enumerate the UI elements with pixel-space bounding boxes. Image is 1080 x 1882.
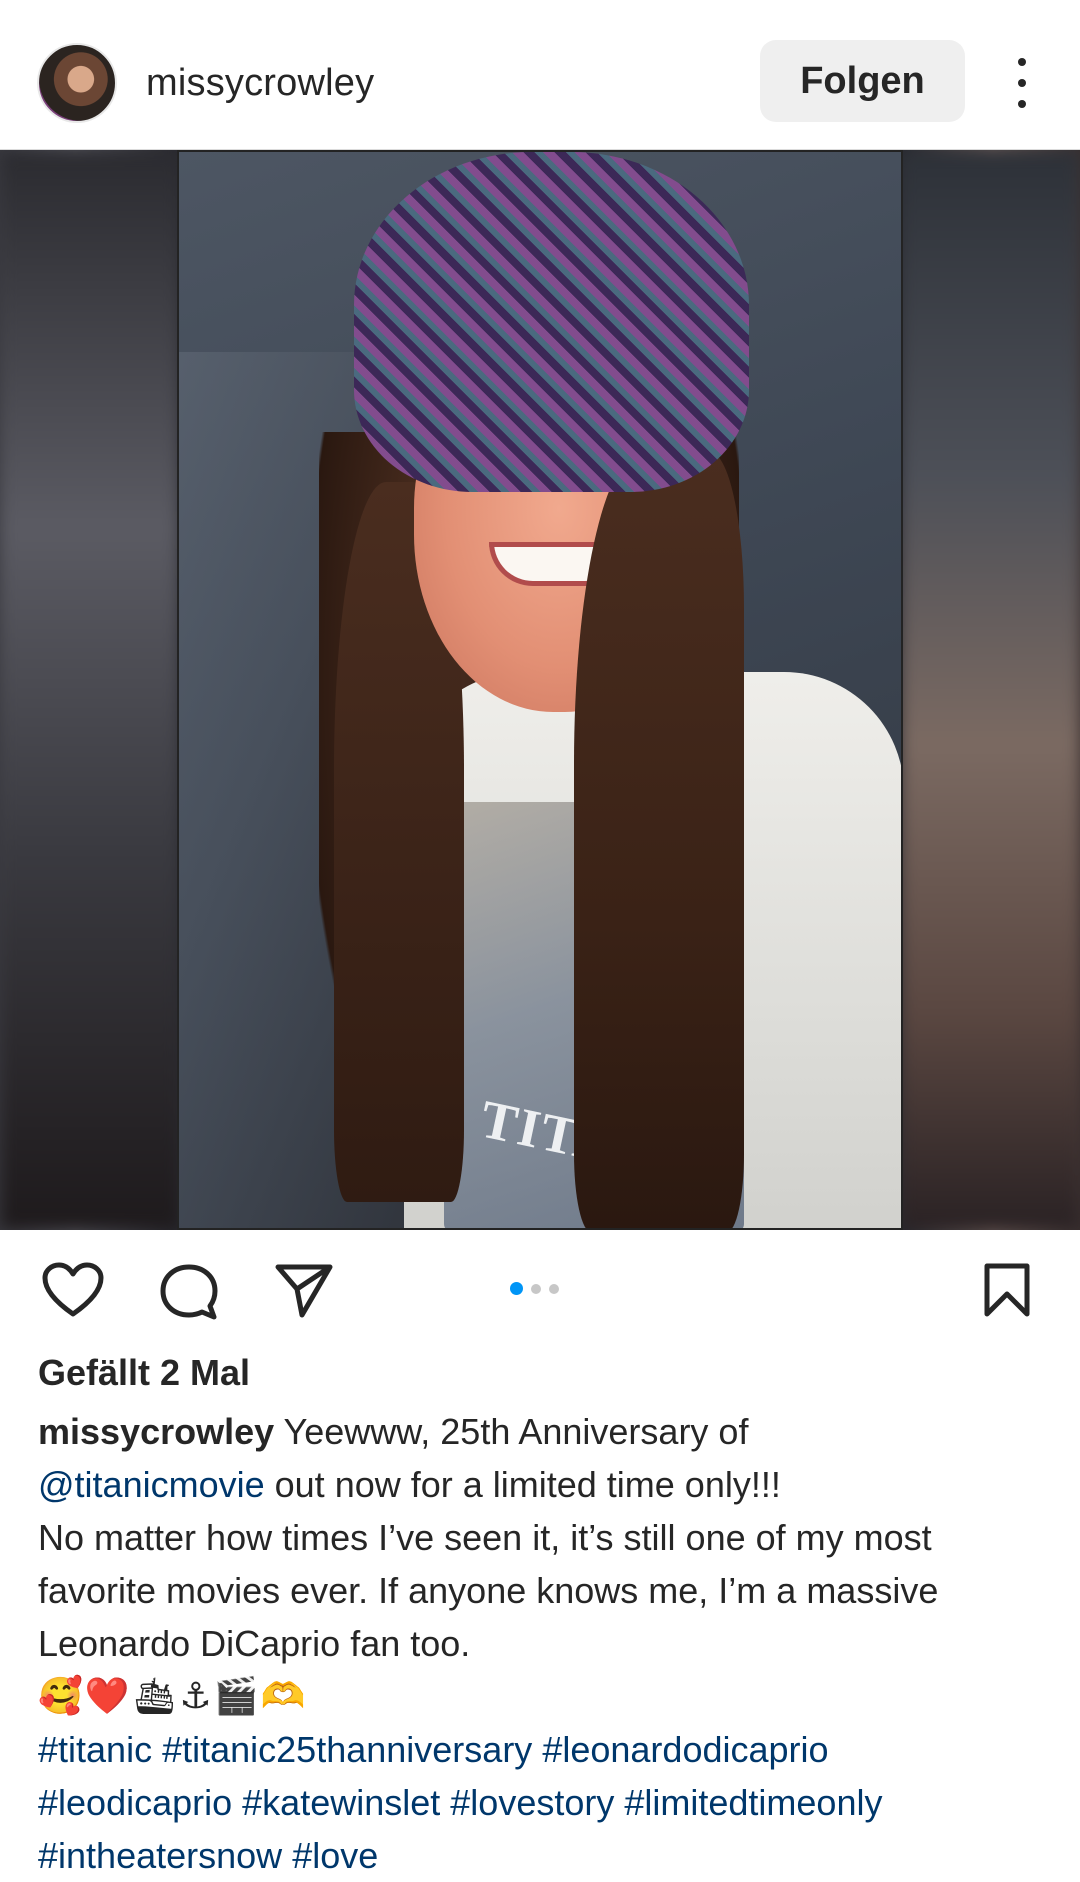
emoji-row: 🥰 ❤️ 🛳 ⚓ 🎬 🫶	[38, 1670, 1048, 1723]
hashtag-link[interactable]: #leonardodicaprio	[542, 1729, 828, 1770]
caption-text: out now for a limited time only!!!	[274, 1464, 781, 1505]
post-caption: missycrowley Yeewww, 25th Anniversary of…	[38, 1405, 1048, 1882]
hashtag-link[interactable]: #lovestory	[450, 1782, 614, 1823]
hashtag-link[interactable]: #leodicaprio	[38, 1782, 232, 1823]
caption-text: favorite movies ever. If anyone knows me…	[38, 1570, 939, 1611]
post-username[interactable]: missycrowley	[146, 62, 374, 105]
media-blur-left	[0, 150, 180, 1230]
share-icon[interactable]	[274, 1262, 334, 1325]
bookmark-icon[interactable]	[982, 1262, 1032, 1323]
hashtag-link[interactable]: #intheatersnow	[38, 1835, 282, 1876]
carousel-indicator	[510, 1282, 559, 1295]
post-photo: TITANIC	[177, 150, 903, 1230]
hashtag-line: #leodicaprio #katewinslet #lovestory #li…	[38, 1776, 1048, 1829]
emoji: ⚓	[179, 1676, 212, 1717]
caption-line: missycrowley Yeewww, 25th Anniversary of	[38, 1405, 1048, 1458]
emoji: ❤️	[84, 1676, 130, 1717]
carousel-dot	[549, 1283, 559, 1294]
avatar[interactable]	[37, 43, 117, 123]
caption-username[interactable]: missycrowley	[38, 1411, 274, 1452]
beanie-hat	[354, 152, 749, 492]
likes-count[interactable]: Gefällt 2 Mal	[38, 1352, 250, 1394]
follow-button[interactable]: Folgen	[760, 40, 965, 122]
hashtag-link[interactable]: #limitedtimeonly	[624, 1782, 882, 1823]
caption-text: Yeewww, 25th Anniversary of	[283, 1411, 749, 1452]
more-vertical-icon[interactable]	[1004, 58, 1040, 108]
heart-icon[interactable]	[42, 1262, 104, 1323]
hashtag-link[interactable]: #katewinslet	[242, 1782, 440, 1823]
post-media[interactable]: TITANIC	[0, 150, 1080, 1230]
hashtag-link[interactable]: #love	[292, 1835, 378, 1876]
hashtag-link[interactable]: #titanic	[38, 1729, 152, 1770]
emoji: 🛳	[131, 1676, 178, 1717]
caption-line: @titanicmovie out now for a limited time…	[38, 1458, 1048, 1511]
hashtag-link[interactable]: #titanic25thanniversary	[162, 1729, 532, 1770]
emoji: 🥰	[38, 1676, 83, 1717]
caption-text: Leonardo DiCaprio fan too.	[38, 1623, 471, 1664]
carousel-dot-active	[510, 1282, 523, 1295]
post-header: missycrowley Folgen	[0, 0, 1080, 150]
hashtag-line: #intheatersnow #love	[38, 1829, 1048, 1882]
media-blur-right	[900, 150, 1080, 1230]
emoji: 🎬	[213, 1676, 259, 1717]
action-bar	[0, 1230, 1080, 1345]
comment-icon[interactable]	[158, 1262, 220, 1327]
mention-link[interactable]: @titanicmovie	[38, 1464, 265, 1505]
caption-text: No matter how times I’ve seen it, it’s s…	[38, 1517, 932, 1558]
emoji: 🫶	[260, 1676, 306, 1717]
carousel-dot	[531, 1283, 541, 1294]
hashtag-line: #titanic #titanic25thanniversary #leonar…	[38, 1723, 1048, 1776]
